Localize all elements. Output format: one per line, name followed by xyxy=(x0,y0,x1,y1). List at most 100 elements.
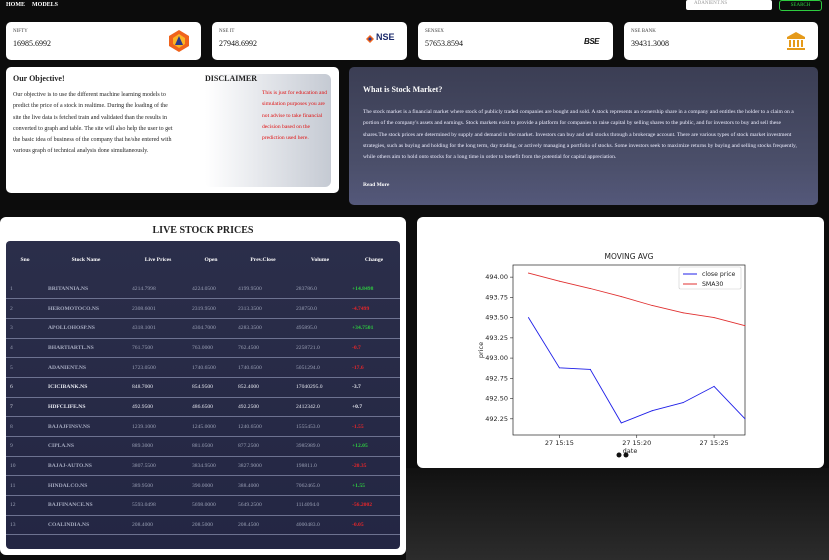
data-point xyxy=(620,296,622,298)
nav-home-link[interactable]: HOME xyxy=(6,2,25,8)
live-prices-title: LIVE STOCK PRICES xyxy=(152,225,254,236)
row-prev-close: 2313.3500 xyxy=(234,298,292,319)
nifty-logo-icon xyxy=(169,30,189,52)
table-row: 2 HEROMOTOCO.NS 2308.6001 2319.9500 2313.350… xyxy=(6,298,400,319)
row-prev-close: 3827.9000 xyxy=(234,456,292,477)
row-volume: 238750.0 xyxy=(292,298,348,319)
row-sno: 9 xyxy=(6,436,44,457)
moving-average-chart: MOVING AVG 492.25 492.50 492.75 493.00 493.25… xyxy=(477,252,746,458)
data-point xyxy=(744,325,746,327)
row-prev-close: 492.2500 xyxy=(234,397,292,418)
row-live-price: 4214.7998 xyxy=(128,279,188,300)
live-prices-table: Sno Stock Name Live Prices Open Prev.Clo… xyxy=(6,241,400,536)
table-row: 10 BAJAJ-AUTO.NS 3807.5500 3834.9500 3827.90… xyxy=(6,456,400,477)
row-stock-name: HEROMOTOCO.NS xyxy=(44,298,128,319)
row-volume: 2412342.0 xyxy=(292,397,348,418)
col-volume: Volume xyxy=(310,257,330,263)
table-row: 13 COALINDIA.NS 208.4000 208.5000 208.4500 40… xyxy=(6,515,400,536)
row-open: 5698.0000 xyxy=(188,495,234,516)
index-card-sensex: SENSEX 57653.8594 BSE xyxy=(418,22,613,60)
row-stock-name: APOLLOHOSP.NS xyxy=(44,318,128,339)
top-nav: HOME MODELS ADANIENT.NS SEARCH xyxy=(0,0,829,12)
row-live-price: 1239.1000 xyxy=(128,416,188,437)
y-tick-label: 492.50 xyxy=(485,395,508,403)
read-more-link[interactable]: Read More xyxy=(363,182,389,188)
objective-card: Our Objective! Our objective is to use t… xyxy=(6,67,339,193)
row-stock-name: HINDALCO.NS xyxy=(44,475,128,497)
row-open: 4224.0500 xyxy=(188,279,234,300)
index-name: NSE IT xyxy=(219,29,235,34)
row-change: +1.55 xyxy=(348,475,400,497)
row-prev-close: 208.4500 xyxy=(234,515,292,536)
y-tick-label: 492.75 xyxy=(485,374,508,382)
plot-frame xyxy=(512,264,746,436)
background-strip xyxy=(406,468,829,560)
disclaimer-text: This is just for education and simulatio… xyxy=(262,90,328,142)
row-volume: 3985989.0 xyxy=(292,436,348,457)
x-tick-label: 27 15:20 xyxy=(622,439,651,447)
row-live-price: 889.3000 xyxy=(128,436,188,457)
row-change: -4.7499 xyxy=(348,298,400,319)
stock-market-info-card: What is Stock Market? The stock market i… xyxy=(349,67,818,205)
y-tick-label: 493.75 xyxy=(485,293,508,301)
index-card-nifty: NIFTY 16985.6992 xyxy=(6,22,201,60)
y-tick-label: 493.50 xyxy=(485,314,508,322)
row-sno: 10 xyxy=(6,456,44,477)
row-live-price: 208.4000 xyxy=(128,515,188,536)
col-stock-name: Stock Name xyxy=(71,257,101,263)
bse-logo-icon: BSE xyxy=(584,30,599,52)
bse-logo-text: BSE xyxy=(584,36,599,46)
row-prev-close: 877.2500 xyxy=(234,436,292,457)
index-card-nse-bank: NSE BANK 39431.3008 xyxy=(624,22,818,60)
row-stock-name: COALINDIA.NS xyxy=(44,515,128,536)
row-open: 763.0000 xyxy=(188,338,234,359)
row-sno: 4 xyxy=(6,338,44,359)
table-row: 11 HINDALCO.NS 389.9500 390.0000 388.4000 706… xyxy=(6,475,400,497)
row-change: +12.05 xyxy=(348,436,400,457)
row-sno: 12 xyxy=(6,495,44,516)
row-volume: 5051294.0 xyxy=(292,357,348,378)
index-value: 27948.6992 xyxy=(219,39,257,48)
data-point xyxy=(682,312,684,314)
table-row: 7 HDFCLIFE.NS 492.9500 486.6500 492.2500 2412… xyxy=(6,397,400,418)
row-stock-name: BAJAJ-AUTO.NS xyxy=(44,456,128,477)
row-change: -1.55 xyxy=(348,416,400,437)
row-volume: 17040295.0 xyxy=(292,377,348,398)
row-volume: 495895.0 xyxy=(292,318,348,339)
live-prices-panel: LIVE STOCK PRICES Sno Stock Name Live Pr… xyxy=(0,217,406,555)
row-prev-close: 5649.2500 xyxy=(234,495,292,516)
objective-text: Our objective is to use the different ma… xyxy=(13,92,173,155)
row-open: 2319.9500 xyxy=(188,298,234,319)
search-input[interactable]: ADANIENT.NS xyxy=(686,0,772,10)
objective-title: Our Objective! xyxy=(13,74,65,83)
nav-models-link[interactable]: MODELS xyxy=(32,2,58,8)
search-button[interactable]: SEARCH xyxy=(779,0,822,11)
row-change: -0.05 xyxy=(348,515,400,536)
table-row: 12 BAJFINANCE.NS 5593.0498 5698.0000 5649.25… xyxy=(6,495,400,516)
row-live-price: 848.7000 xyxy=(128,377,188,398)
y-tick-label: 494.00 xyxy=(485,273,508,281)
row-volume: 2258721.0 xyxy=(292,338,348,359)
table-header-row: Sno Stock Name Live Prices Open Prev.Clo… xyxy=(6,241,400,279)
row-change: -20.35 xyxy=(348,456,400,477)
data-point xyxy=(682,402,684,404)
col-live-price: Live Prices xyxy=(144,257,172,263)
row-stock-name: BAJFINANCE.NS xyxy=(44,495,128,516)
row-sno: 3 xyxy=(6,318,44,339)
row-change: -3.7 xyxy=(348,377,400,398)
row-change: -0.7 xyxy=(348,338,400,359)
data-point xyxy=(589,287,591,289)
row-live-price: 5593.0498 xyxy=(128,495,188,516)
y-tick-label: 493.00 xyxy=(485,354,508,362)
data-point xyxy=(620,422,622,424)
row-live-price: 3807.5500 xyxy=(128,456,188,477)
nse-logo-icon: NSE xyxy=(365,30,399,52)
row-sno: 7 xyxy=(6,397,44,418)
row-stock-name: ICICIBANK.NS xyxy=(44,377,128,398)
legend-label: close price xyxy=(702,271,735,278)
col-open: Open xyxy=(204,257,218,263)
table-row: 1 BRITANNIA.NS 4214.7998 4224.0500 4199.9500… xyxy=(6,279,400,300)
row-prev-close: 4199.9500 xyxy=(234,279,292,300)
col-prev-close: Prev.Close xyxy=(250,257,276,263)
row-volume: 283786.0 xyxy=(292,279,348,300)
